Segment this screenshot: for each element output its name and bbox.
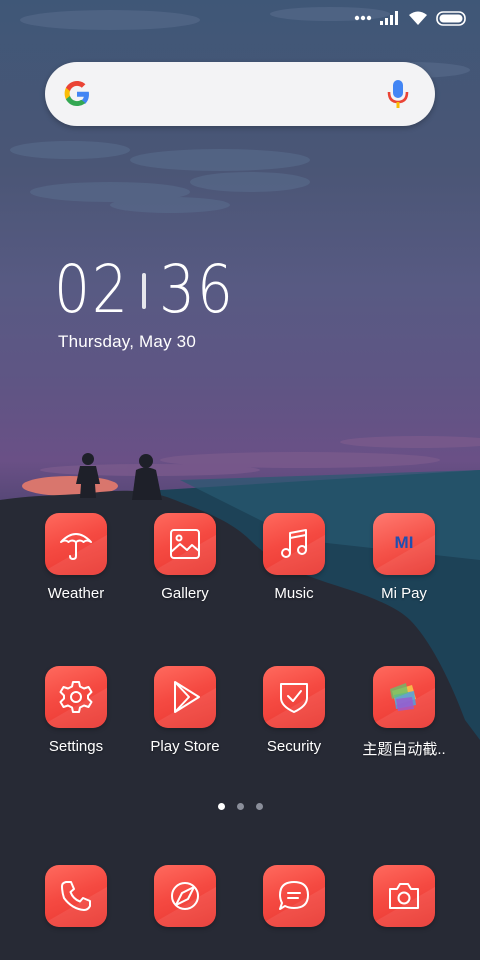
music-note-icon <box>281 529 307 558</box>
mic-icon[interactable] <box>385 79 411 109</box>
home-screen: 02 36 Thursday, May 30 Weather Gallery M… <box>0 0 480 960</box>
clock-minutes: 36 <box>159 251 235 328</box>
app-theme-screenshot[interactable]: 主题自动截.. <box>349 666 459 759</box>
browser-compass-icon <box>171 882 199 910</box>
app-label: Play Store <box>150 738 220 755</box>
gear-icon <box>59 681 93 713</box>
app-label: Music <box>274 585 314 602</box>
clock-hours: 02 <box>54 251 130 328</box>
dock-camera[interactable] <box>349 865 459 927</box>
camera-icon <box>389 883 419 909</box>
dock-browser[interactable] <box>130 865 240 927</box>
app-label: 主题自动截.. <box>362 741 446 758</box>
wifi-icon <box>409 11 427 25</box>
app-weather[interactable]: Weather <box>21 513 131 602</box>
app-music[interactable]: Music <box>239 513 349 602</box>
battery-icon <box>436 10 466 26</box>
app-mi-pay[interactable]: MI Mi Pay <box>349 513 459 602</box>
mi-pay-icon: MI <box>395 533 414 552</box>
signal-icon <box>380 11 398 25</box>
page-dot-2[interactable] <box>237 803 244 810</box>
status-bar <box>0 0 480 34</box>
app-label: Security <box>266 738 322 755</box>
dock-messages[interactable] <box>239 865 349 927</box>
app-settings[interactable]: Settings <box>21 666 131 755</box>
page-indicator[interactable] <box>0 803 480 813</box>
dots-icon <box>354 15 372 21</box>
mi-pay-logo-text: MI <box>395 533 414 552</box>
message-bubble-icon <box>279 881 309 910</box>
app-gallery[interactable]: Gallery <box>130 513 240 602</box>
phone-icon <box>61 881 91 911</box>
page-dot-1[interactable] <box>218 803 225 810</box>
app-play-store[interactable]: Play Store <box>130 666 240 755</box>
app-label: Gallery <box>161 585 209 602</box>
google-logo-icon <box>64 81 89 106</box>
app-label: Mi Pay <box>381 585 427 602</box>
umbrella-icon <box>60 533 92 560</box>
app-security[interactable]: Security <box>239 666 349 755</box>
dock-phone[interactable] <box>21 865 131 927</box>
app-label: Settings <box>48 738 104 755</box>
search-bar[interactable] <box>45 62 435 126</box>
shield-check-icon <box>280 683 308 713</box>
clock-widget[interactable]: 02 36 <box>54 255 314 325</box>
app-label: Weather <box>47 585 105 602</box>
clock-separator <box>142 273 146 309</box>
date-label[interactable]: Thursday, May 30 <box>58 332 196 352</box>
page-dot-3[interactable] <box>256 803 263 810</box>
play-icon <box>174 681 200 713</box>
image-icon <box>170 529 200 559</box>
theme-screenshot-icon <box>390 683 416 711</box>
wallpaper <box>0 7 480 960</box>
